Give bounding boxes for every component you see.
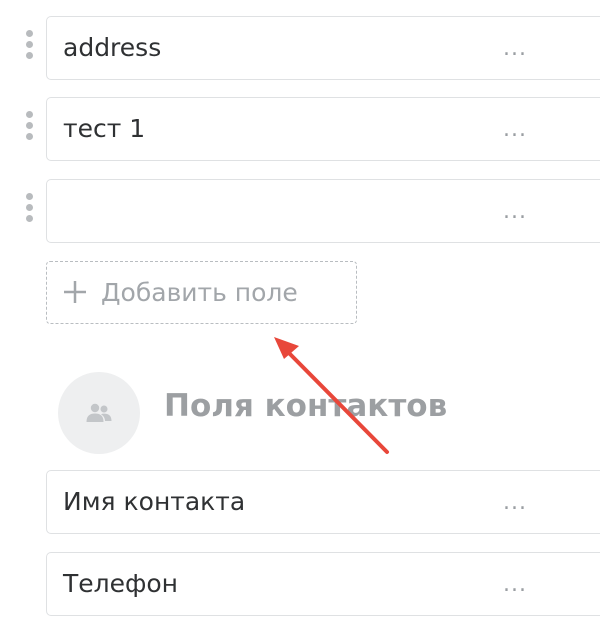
plus-icon bbox=[64, 281, 86, 303]
contact-field-input[interactable]: Имя контакта ... bbox=[46, 470, 600, 534]
drag-handle-icon[interactable] bbox=[24, 30, 34, 59]
more-options-button[interactable]: ... bbox=[503, 98, 527, 162]
more-options-button[interactable]: ... bbox=[503, 553, 527, 617]
section-avatar bbox=[58, 372, 140, 454]
custom-field-input[interactable]: address ... bbox=[46, 16, 600, 80]
field-value: Имя контакта bbox=[63, 487, 246, 516]
more-options-button[interactable]: ... bbox=[503, 17, 527, 81]
add-field-label: Добавить поле bbox=[101, 278, 298, 307]
drag-handle-icon[interactable] bbox=[24, 111, 34, 140]
field-value: тест 1 bbox=[63, 114, 146, 143]
custom-field-input[interactable]: ... bbox=[46, 179, 600, 243]
section-title: Поля контактов bbox=[164, 388, 448, 424]
custom-field-input[interactable]: тест 1 ... bbox=[46, 97, 600, 161]
field-value: Телефон bbox=[63, 569, 179, 598]
users-icon bbox=[86, 403, 112, 422]
field-value: address bbox=[63, 33, 162, 62]
contact-field-input[interactable]: Телефон ... bbox=[46, 552, 600, 616]
add-field-button[interactable]: Добавить поле bbox=[46, 261, 357, 324]
more-options-button[interactable]: ... bbox=[503, 180, 527, 244]
more-options-button[interactable]: ... bbox=[503, 471, 527, 535]
drag-handle-icon[interactable] bbox=[24, 193, 34, 222]
